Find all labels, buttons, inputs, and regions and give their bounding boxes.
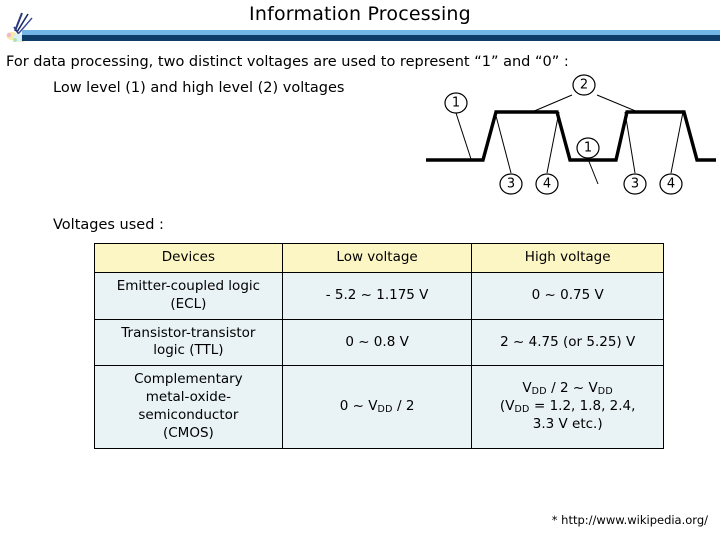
high-note-suffix: = 1.2, 1.8, 2.4, bbox=[529, 397, 636, 414]
column-header-devices: Devices bbox=[94, 243, 283, 273]
cell-device-ecl: Emitter-coupled logic (ECL) bbox=[94, 272, 283, 320]
marker-label-1-left: 1 bbox=[452, 96, 460, 111]
cell-device-ttl: Transistor-transistor logic (TTL) bbox=[94, 318, 283, 367]
device-line-4: (CMOS) bbox=[162, 424, 214, 441]
low-subscript: DD bbox=[377, 403, 393, 415]
divider-band-dark bbox=[22, 35, 720, 41]
cell-low-ttl: 0 ~ 0.8 V bbox=[281, 318, 473, 367]
source-footnote: * http://www.wikipedia.org/ bbox=[551, 513, 708, 527]
high-note-prefix: (V bbox=[499, 397, 515, 414]
table-header-row: Devices Low voltage High voltage bbox=[94, 243, 664, 273]
table-header: Devices Low voltage High voltage bbox=[94, 243, 664, 273]
voltages-used-label: Voltages used : bbox=[53, 217, 164, 233]
high-line-3: 3.3 V etc.) bbox=[532, 415, 603, 432]
cell-high-cmos: VDD / 2 ~ VDD (VDD = 1.2, 1.8, 2.4, 3.3 … bbox=[471, 365, 664, 449]
high-note-subscript: DD bbox=[514, 403, 530, 415]
marker-label-3-right: 3 bbox=[631, 177, 639, 192]
high-line-1: VDD / 2 ~ VDD bbox=[522, 380, 613, 398]
marker-label-4-right: 4 bbox=[667, 177, 675, 192]
high-line-2: (VDD = 1.2, 1.8, 2.4, bbox=[499, 397, 636, 415]
low-prefix: 0 ~ V bbox=[339, 397, 378, 414]
cell-high-ttl: 2 ~ 4.75 (or 5.25) V bbox=[471, 318, 664, 367]
column-header-high-voltage: High voltage bbox=[471, 243, 664, 273]
high-subscript-2: DD bbox=[597, 386, 613, 398]
voltage-waveform-diagram: 1 2 1 3 4 3 4 bbox=[420, 74, 720, 200]
column-header-low-voltage: Low voltage bbox=[281, 243, 473, 273]
device-line-1: Emitter-coupled logic bbox=[116, 278, 261, 294]
levels-text: Low level (1) and high level (2) voltage… bbox=[53, 80, 345, 96]
cell-device-cmos: Complementary metal-oxide- semiconductor… bbox=[94, 365, 283, 449]
device-line-1: Transistor-transistor bbox=[121, 324, 256, 341]
device-line-1: Complementary bbox=[134, 371, 243, 388]
marker-label-2-high: 2 bbox=[580, 78, 588, 93]
slide-header: Information Processing bbox=[0, 0, 720, 44]
cell-low-cmos: 0 ~ VDD / 2 bbox=[281, 365, 473, 449]
high-mid: / 2 ~ V bbox=[546, 380, 598, 397]
marker-label-1-middle: 1 bbox=[584, 141, 592, 156]
table-row: Emitter-coupled logic (ECL) - 5.2 ~ 1.17… bbox=[94, 272, 664, 320]
table-row: Transistor-transistor logic (TTL) 0 ~ 0.… bbox=[94, 318, 664, 367]
device-line-2: logic (TTL) bbox=[153, 342, 224, 359]
cell-high-ecl: 0 ~ 0.75 V bbox=[471, 272, 664, 320]
page-title: Information Processing bbox=[249, 3, 471, 25]
low-suffix: / 2 bbox=[392, 397, 415, 414]
intro-text: For data processing, two distinct voltag… bbox=[6, 54, 569, 70]
device-line-2: metal-oxide- bbox=[145, 389, 231, 406]
marker-label-4-left: 4 bbox=[543, 177, 551, 192]
table-row: Complementary metal-oxide- semiconductor… bbox=[94, 365, 664, 449]
marker-label-3-left: 3 bbox=[507, 177, 515, 192]
table-body: Emitter-coupled logic (ECL) - 5.2 ~ 1.17… bbox=[94, 272, 664, 449]
header-divider-rule bbox=[22, 30, 720, 41]
high-prefix: V bbox=[522, 380, 532, 397]
cell-low-ecl: - 5.2 ~ 1.175 V bbox=[281, 272, 473, 320]
high-subscript-1: DD bbox=[531, 386, 547, 398]
device-line-3: semiconductor bbox=[138, 406, 239, 423]
device-line-2: (ECL) bbox=[170, 295, 207, 312]
voltage-levels-table: Devices Low voltage High voltage Emitter… bbox=[94, 243, 664, 449]
